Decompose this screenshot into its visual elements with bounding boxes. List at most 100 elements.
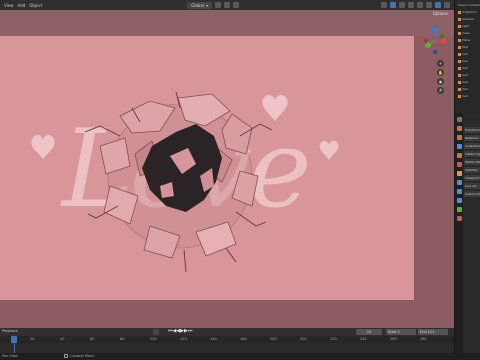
camera-frame: Love bbox=[0, 36, 414, 300]
heart-right-icon bbox=[319, 140, 339, 160]
gizmo-x-icon bbox=[441, 38, 446, 44]
output-tab-icon[interactable] bbox=[456, 135, 462, 140]
timeline-area[interactable] bbox=[0, 343, 454, 353]
orientation-label: Global bbox=[191, 2, 205, 8]
render-tab-icon[interactable] bbox=[456, 126, 462, 131]
props-row[interactable]: Transform bbox=[464, 127, 480, 133]
outliner-row[interactable]: Cube bbox=[458, 31, 480, 36]
ruler-tick: 180 bbox=[270, 337, 277, 341]
ruler-tick: 80 bbox=[120, 337, 125, 341]
3d-viewport[interactable]: Love bbox=[0, 10, 454, 328]
properties-tabs bbox=[455, 113, 463, 360]
props-row[interactable]: Custom Properties bbox=[464, 191, 480, 197]
overlay-icon[interactable] bbox=[399, 2, 405, 8]
perspective-grid-icon[interactable]: # bbox=[437, 87, 444, 94]
playback-menu[interactable]: Playback bbox=[2, 329, 18, 333]
outliner-row[interactable]: Cell bbox=[458, 73, 480, 78]
outliner-panel: Scene Collection Collection Camera Light… bbox=[454, 0, 480, 113]
visibility-icon[interactable] bbox=[381, 2, 387, 8]
outliner-row[interactable]: Plane bbox=[458, 38, 480, 43]
view-layer-tab-icon[interactable] bbox=[456, 144, 462, 149]
ruler-tick: 60 bbox=[90, 337, 95, 341]
props-row[interactable]: Collections bbox=[464, 143, 480, 149]
xray-icon[interactable] bbox=[408, 2, 414, 8]
properties-panel: Transform Relations Collections Instanci… bbox=[454, 113, 480, 360]
outliner-row[interactable]: Cell bbox=[458, 66, 480, 71]
ruler-tick: 160 bbox=[240, 337, 247, 341]
ruler-tick: 100 bbox=[150, 337, 157, 341]
ruler-tick: 260 bbox=[390, 337, 397, 341]
ruler-tick: 220 bbox=[330, 337, 337, 341]
end-frame-field[interactable]: End 121 bbox=[418, 329, 448, 335]
tool-tab-icon[interactable] bbox=[456, 117, 462, 122]
outliner-row[interactable]: Camera bbox=[458, 17, 480, 22]
proportional-edit-icon[interactable] bbox=[233, 2, 240, 8]
snap-icon[interactable] bbox=[224, 2, 231, 8]
chevron-down-icon: ▾ bbox=[206, 2, 209, 8]
ruler-tick: 140 bbox=[210, 337, 217, 341]
playhead[interactable] bbox=[11, 336, 17, 343]
view-menu[interactable]: View bbox=[4, 3, 14, 8]
pan-hand-icon[interactable]: ✋ bbox=[437, 69, 444, 76]
outliner-row[interactable]: Text bbox=[458, 45, 480, 50]
gizmo-toggle-icon[interactable] bbox=[390, 2, 396, 8]
camera-passepartout-top bbox=[0, 10, 454, 36]
ruler-tick: 240 bbox=[360, 337, 367, 341]
material-tab-icon[interactable] bbox=[456, 216, 462, 221]
shading-solid-icon[interactable] bbox=[426, 2, 432, 8]
ruler-tick: 40 bbox=[60, 337, 65, 341]
object-tab-icon[interactable] bbox=[456, 171, 462, 176]
outliner-row[interactable]: Cell bbox=[458, 80, 480, 85]
ruler-tick: 200 bbox=[300, 337, 307, 341]
ruler-tick: 280 bbox=[420, 337, 427, 341]
scene-render: Love bbox=[31, 91, 339, 273]
status-context-menu: Context Menu bbox=[70, 354, 95, 358]
current-frame-field[interactable]: 24 bbox=[356, 329, 382, 335]
shading-wireframe-icon[interactable] bbox=[417, 2, 423, 8]
record-icon[interactable] bbox=[153, 329, 159, 335]
mouse-right-icon bbox=[64, 354, 68, 358]
outliner-row[interactable]: Cell bbox=[458, 59, 480, 64]
props-row[interactable]: Line Art bbox=[464, 183, 480, 189]
props-row[interactable]: Viewport Display bbox=[464, 175, 480, 181]
shading-rendered-icon[interactable] bbox=[444, 2, 450, 8]
status-bar: Pan View Context Menu bbox=[0, 353, 480, 360]
gizmo-z-icon bbox=[432, 27, 438, 33]
transform-orientation-dropdown[interactable]: Global ▾ bbox=[187, 1, 213, 9]
camera-view-icon[interactable]: ◉ bbox=[437, 78, 444, 85]
outliner-row[interactable]: Cell bbox=[458, 87, 480, 92]
physics-tab-icon[interactable] bbox=[456, 198, 462, 203]
props-row[interactable]: Relations bbox=[464, 135, 480, 141]
outliner-title: Scene Collection bbox=[458, 3, 480, 7]
zoom-icon[interactable]: + bbox=[437, 60, 444, 67]
ruler-tick: 20 bbox=[30, 337, 35, 341]
viewport-header: View Add Object Global ▾ bbox=[0, 0, 454, 10]
add-menu[interactable]: Add bbox=[18, 3, 26, 8]
outliner-row[interactable]: Light bbox=[458, 24, 480, 29]
modifier-tab-icon[interactable] bbox=[456, 180, 462, 185]
world-tab-icon[interactable] bbox=[456, 162, 462, 167]
status-mouse-left: Pan View bbox=[2, 354, 18, 358]
ruler-tick: 120 bbox=[180, 337, 187, 341]
playback-controls-icon[interactable]: ⏮◀◀▶▶⏭ bbox=[168, 328, 192, 334]
start-frame-field[interactable]: Start 1 bbox=[386, 329, 416, 335]
props-row[interactable]: Visibility bbox=[464, 167, 480, 173]
shading-material-icon[interactable] bbox=[435, 2, 441, 8]
options-dropdown[interactable]: Options bbox=[433, 11, 448, 16]
outliner-row[interactable]: Cell bbox=[458, 52, 480, 57]
data-tab-icon[interactable] bbox=[456, 207, 462, 212]
props-row[interactable]: Motion Paths bbox=[464, 159, 480, 165]
particles-tab-icon[interactable] bbox=[456, 189, 462, 194]
object-menu[interactable]: Object bbox=[29, 3, 42, 8]
navigation-gizmo[interactable] bbox=[424, 18, 446, 54]
scene-tab-icon[interactable] bbox=[456, 153, 462, 158]
timeline-header: Playback ⏮◀◀▶▶⏭ 24 Start 1 End 121 bbox=[0, 328, 454, 336]
outliner-row[interactable]: Collection bbox=[458, 10, 480, 15]
blender-window: View Add Object Global ▾ Options + ✋ ◉ #… bbox=[0, 0, 480, 360]
heart-left-icon bbox=[31, 134, 55, 159]
timeline-ruler[interactable]: 20 40 60 80 100 120 140 160 180 200 220 … bbox=[0, 336, 454, 343]
pivot-icon[interactable] bbox=[215, 2, 222, 8]
props-row[interactable]: Instancing bbox=[464, 151, 480, 157]
playhead-line bbox=[13, 343, 15, 353]
outliner-row[interactable]: Cell bbox=[458, 94, 480, 99]
